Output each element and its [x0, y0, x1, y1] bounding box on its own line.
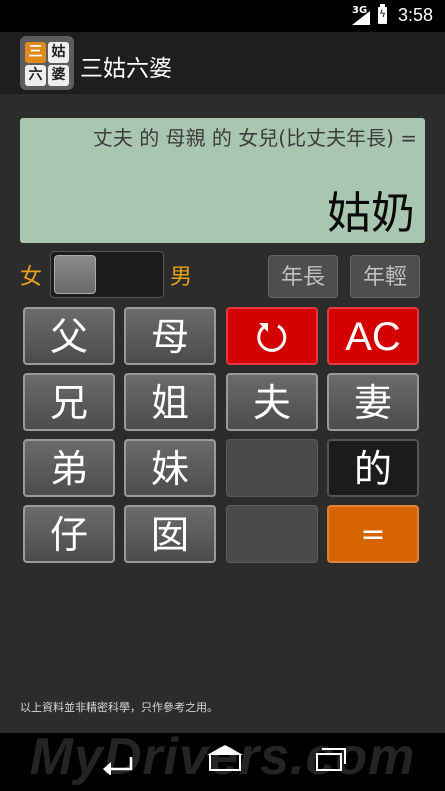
daughter-key[interactable]: 囡 — [124, 505, 216, 563]
app-logo[interactable]: 三 姑 六 婆 — [20, 36, 74, 90]
possessive-key[interactable]: 的 — [327, 439, 419, 497]
logo-cell: 姑 — [48, 42, 69, 63]
son-key[interactable]: 仔 — [23, 505, 115, 563]
status-bar: 3G 3:58 — [0, 0, 445, 32]
all-clear-key[interactable]: AC — [327, 307, 419, 365]
husband-key[interactable]: 夫 — [226, 373, 318, 431]
elder-brother-key[interactable]: 兄 — [23, 373, 115, 431]
gender-female-label: 女 — [20, 265, 43, 290]
toggle-thumb[interactable] — [54, 255, 96, 294]
navigation-bar: MyDrivers.com — [0, 728, 445, 791]
signal-icon — [352, 11, 370, 25]
empty-key — [226, 439, 318, 497]
logo-cell: 婆 — [48, 65, 69, 86]
clock: 3:58 — [398, 5, 434, 25]
back-icon[interactable] — [101, 751, 135, 775]
result-display: 丈夫 的 母親 的 女兒(比丈夫年長) = 姑奶 — [20, 118, 425, 243]
empty-key — [226, 505, 318, 563]
elder-sister-key[interactable]: 姐 — [124, 373, 216, 431]
older-button[interactable]: 年長 — [268, 255, 338, 298]
gender-male-label: 男 — [170, 265, 193, 290]
younger-button[interactable]: 年輕 — [350, 255, 420, 298]
younger-brother-key[interactable]: 弟 — [23, 439, 115, 497]
father-key[interactable]: 父 — [23, 307, 115, 365]
action-bar: 三 姑 六 婆 三姑六婆 — [0, 32, 445, 94]
wife-key[interactable]: 妻 — [327, 373, 419, 431]
recent-apps-icon[interactable] — [316, 748, 346, 771]
gender-toggle[interactable] — [50, 251, 164, 298]
equals-key[interactable]: = — [327, 505, 419, 563]
app-title: 三姑六婆 — [80, 56, 172, 82]
relation-result: 姑奶 — [327, 188, 415, 239]
undo-icon — [257, 323, 287, 352]
logo-cell: 六 — [25, 65, 46, 86]
relation-formula: 丈夫 的 母親 的 女兒(比丈夫年長) = — [92, 126, 417, 150]
home-icon[interactable] — [207, 745, 243, 771]
younger-sister-key[interactable]: 妹 — [124, 439, 216, 497]
logo-cell: 三 — [25, 42, 46, 63]
undo-key[interactable] — [226, 307, 318, 365]
battery-charging-icon — [378, 4, 387, 24]
disclaimer-text: 以上資料並非精密科學，只作參考之用。 — [20, 701, 218, 714]
mother-key[interactable]: 母 — [124, 307, 216, 365]
